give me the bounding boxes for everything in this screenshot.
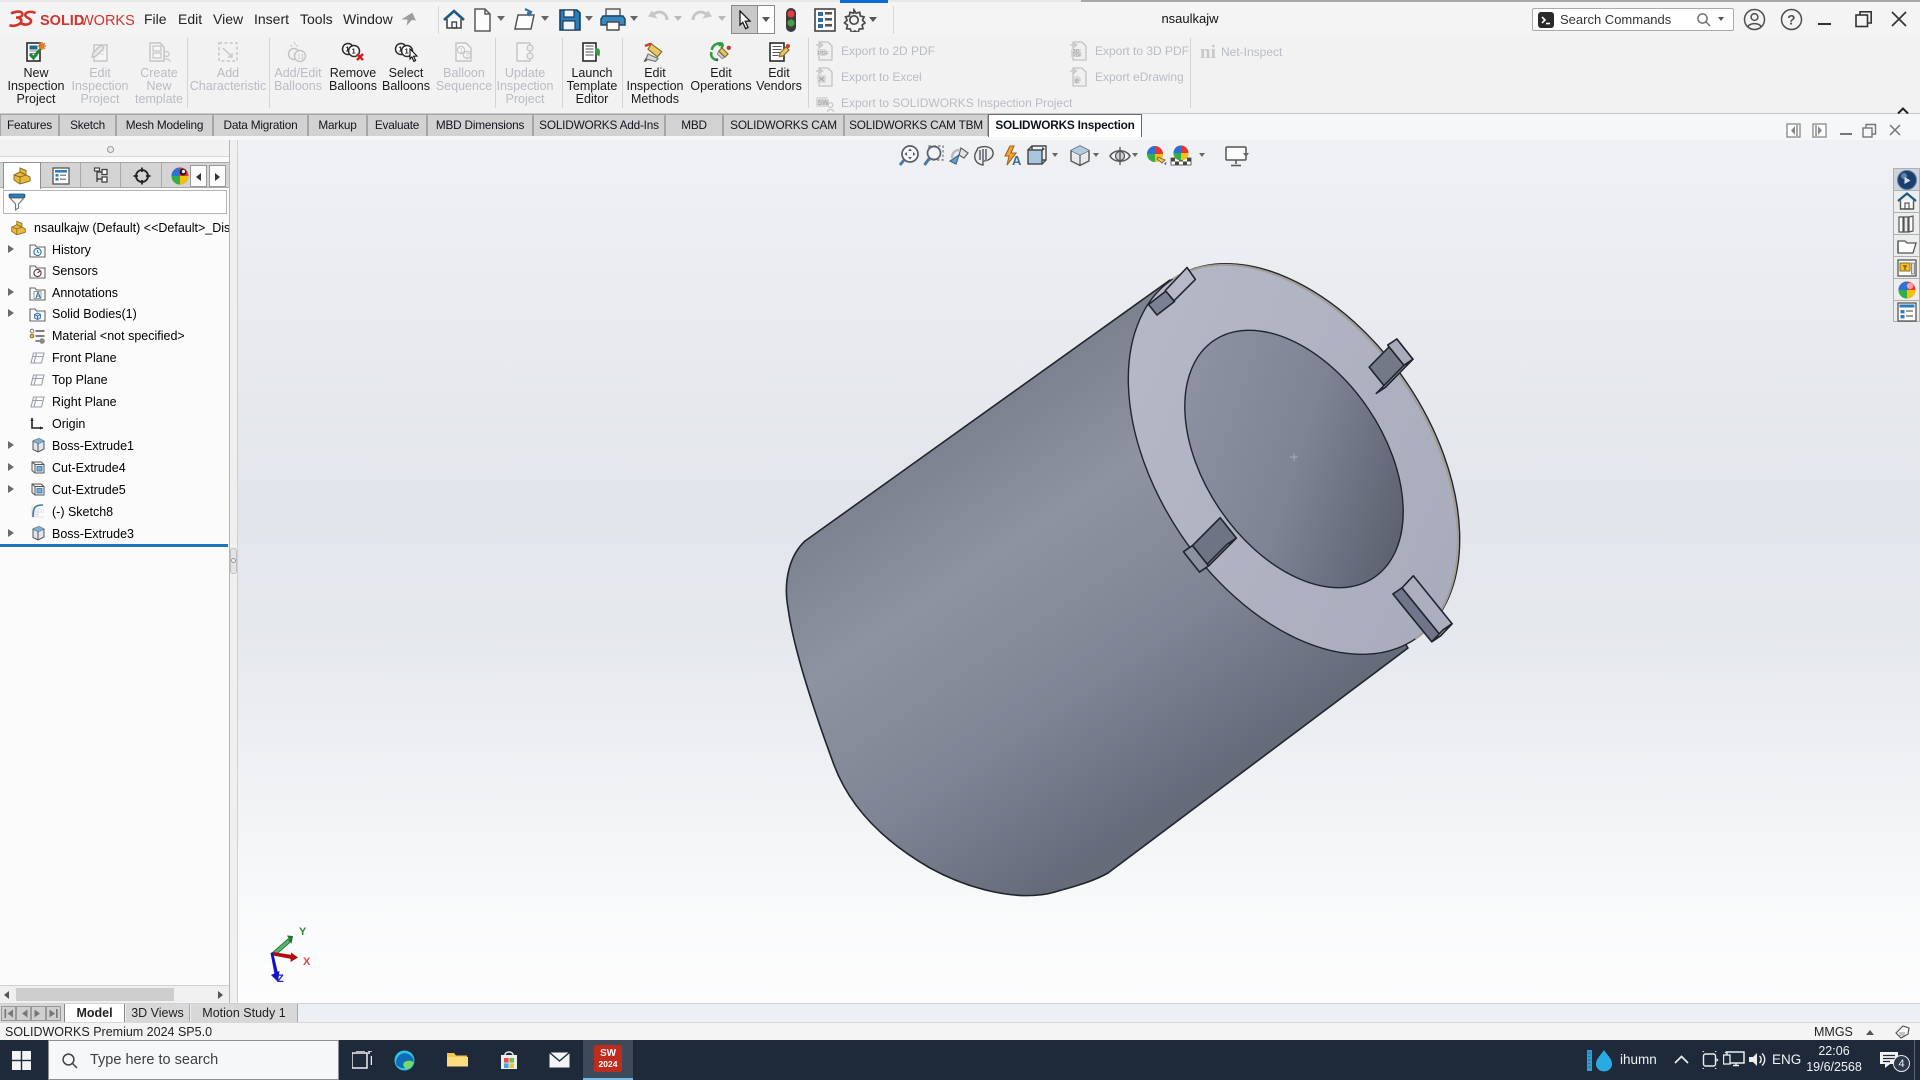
svg-text:WORKS: WORKS [80, 13, 135, 29]
svg-text:SW: SW [818, 100, 830, 107]
svg-text:?: ? [1787, 12, 1795, 27]
svg-text:1: 1 [398, 45, 402, 54]
svg-text:SOLID: SOLID [40, 13, 84, 29]
svg-text:1: 1 [405, 47, 409, 56]
svg-text:PDF: PDF [818, 51, 830, 57]
svg-text:Z: Z [277, 973, 284, 985]
svg-text:1: 1 [460, 47, 464, 54]
svg-text:A: A [35, 291, 41, 300]
svg-text:A: A [1012, 153, 1022, 168]
svg-text:1: 1 [352, 47, 356, 56]
svg-text:2: 2 [466, 52, 470, 59]
svg-text:11: 11 [297, 54, 304, 61]
svg-text:X: X [303, 956, 311, 968]
svg-text:Y: Y [299, 926, 307, 938]
svg-text:e: e [1075, 78, 1079, 85]
svg-text:PDF: PDF [1073, 53, 1083, 59]
svg-text:1: 1 [345, 45, 349, 54]
